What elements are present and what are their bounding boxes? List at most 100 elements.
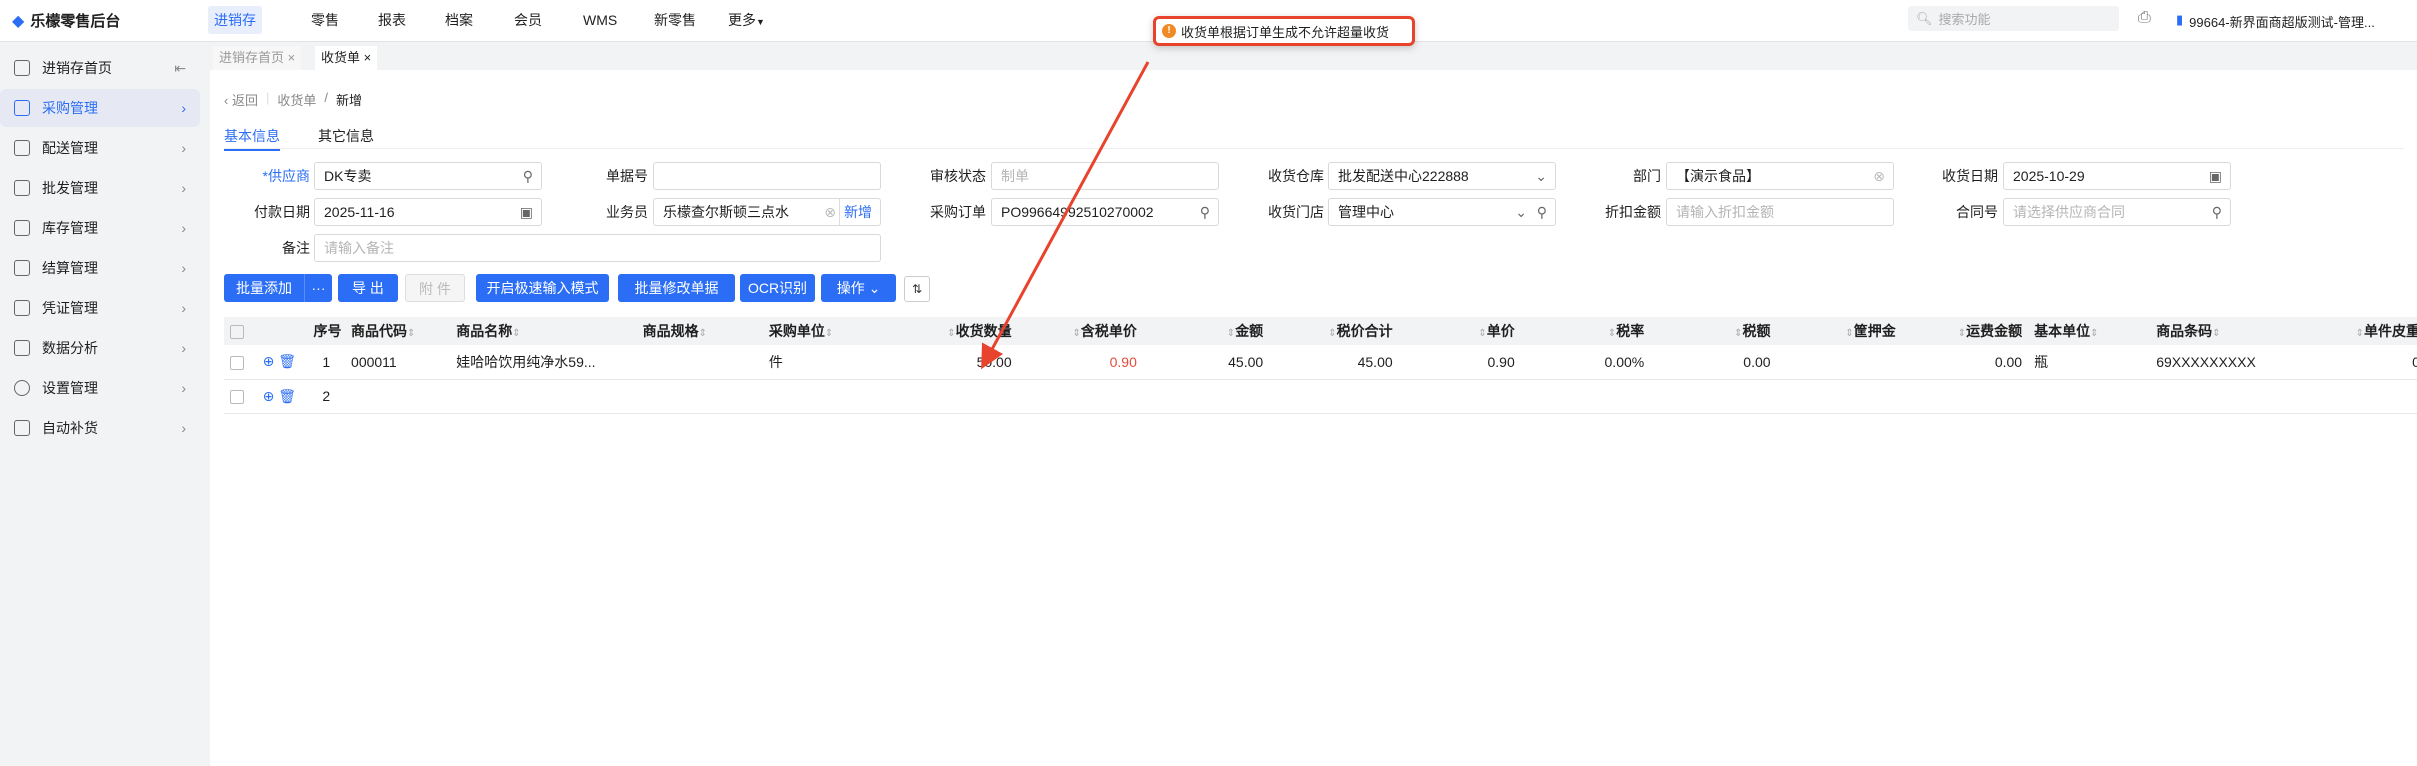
more-button[interactable]: ···	[304, 274, 332, 302]
sort-icon[interactable]: ⇕	[1072, 328, 1080, 339]
column-header[interactable]: ⇕收货数量	[889, 317, 1018, 345]
sort-icon[interactable]: ⇕	[2212, 328, 2220, 339]
table-cell[interactable]	[1017, 379, 1143, 414]
table-cell[interactable]	[1650, 379, 1777, 414]
select-all-checkbox[interactable]	[224, 317, 257, 345]
sort-icon[interactable]: ⇕	[825, 328, 833, 339]
column-header[interactable]: ⇕单价	[1398, 317, 1521, 345]
search-icon[interactable]: ⚲	[523, 163, 533, 189]
column-header[interactable]: 商品名称⇕	[450, 317, 637, 345]
column-settings-icon[interactable]: ⇅	[904, 276, 930, 302]
table-cell[interactable]	[636, 379, 763, 414]
sort-icon[interactable]: ⇕	[2356, 328, 2364, 339]
back-link[interactable]: ‹ 返回	[224, 90, 258, 109]
table-cell[interactable]	[345, 379, 451, 414]
nav-retail[interactable]: 零售	[305, 6, 345, 34]
column-header[interactable]: 商品代码⇕	[345, 317, 451, 345]
app-logo[interactable]: ◆ 乐檬零售后台	[12, 10, 120, 31]
table-cell[interactable]: 50.00	[889, 345, 1018, 380]
batch-add-button[interactable]: 批量添加 ···	[224, 274, 332, 302]
sidebar-item-inventory[interactable]: 库存管理 ›	[0, 209, 200, 247]
sidebar-item-settings[interactable]: 设置管理 ›	[0, 369, 200, 407]
table-cell[interactable]: 0	[2279, 345, 2417, 380]
company-switcher[interactable]: ▮ 99664-新界面商超版测试-管理...	[2176, 12, 2375, 31]
printer-icon[interactable]: ⎙	[2138, 9, 2151, 27]
nav-member[interactable]: 会员	[508, 6, 548, 34]
column-header[interactable]: 商品规格⇕	[636, 317, 763, 345]
table-cell[interactable]	[1398, 379, 1521, 414]
sort-icon[interactable]: ⇕	[1958, 328, 1966, 339]
nav-wms[interactable]: WMS	[577, 6, 623, 34]
sort-icon[interactable]: ⇕	[1478, 328, 1486, 339]
add-row-icon[interactable]: ⊕	[263, 353, 275, 369]
ocr-button[interactable]: OCR识别	[740, 274, 815, 302]
column-header[interactable]: ⇕含税单价	[1017, 317, 1143, 345]
sort-icon[interactable]: ⇕	[1328, 328, 1336, 339]
clear-icon[interactable]: ⊗	[824, 199, 836, 225]
table-cell[interactable]: 2	[313, 379, 346, 414]
breadcrumb-parent[interactable]: 收货单	[277, 90, 316, 109]
sidebar-item-home[interactable]: 进销存首页 ⇤	[0, 49, 200, 87]
delete-icon[interactable]: 🗑︎	[278, 388, 296, 404]
sidebar-item-voucher[interactable]: 凭证管理 ›	[0, 289, 200, 327]
table-cell[interactable]: 45.00	[1269, 345, 1399, 380]
export-button[interactable]: 导 出	[338, 274, 398, 302]
table-cell[interactable]	[1269, 379, 1399, 414]
operations-dropdown[interactable]: 操作 ⌄	[821, 274, 896, 302]
table-cell[interactable]	[1901, 379, 2029, 414]
sort-icon[interactable]: ⇕	[1734, 328, 1742, 339]
sidebar-item-wholesale[interactable]: 批发管理 ›	[0, 169, 200, 207]
sort-icon[interactable]: ⇕	[407, 328, 415, 339]
table-cell[interactable]	[450, 379, 637, 414]
table-cell[interactable]	[762, 379, 890, 414]
table-cell[interactable]: 0.00	[1901, 345, 2029, 380]
warehouse-select[interactable]: 批发配送中心222888 ⌄	[1328, 162, 1556, 190]
pay-date-field[interactable]: 2025-11-16 ▣	[314, 198, 542, 226]
contract-field[interactable]: 请选择供应商合同 ⚲	[2003, 198, 2231, 226]
sort-icon[interactable]: ⇕	[1227, 328, 1235, 339]
store-select[interactable]: 管理中心 ⌄ ⚲	[1328, 198, 1556, 226]
doc-no-field[interactable]	[653, 162, 881, 190]
nav-archive[interactable]: 档案	[439, 6, 479, 34]
sort-icon[interactable]: ⇕	[2090, 328, 2098, 339]
recv-date-field[interactable]: 2025-10-29 ▣	[2003, 162, 2231, 190]
sidebar-item-settlement[interactable]: 结算管理 ›	[0, 249, 200, 287]
search-icon[interactable]: ⚲	[1200, 199, 1210, 225]
column-header[interactable]: ⇕筐押金	[1776, 317, 1902, 345]
table-cell[interactable]: 1	[313, 345, 346, 380]
table-cell[interactable]: 0.00%	[1520, 345, 1651, 380]
column-header[interactable]: ⇕金额	[1142, 317, 1270, 345]
table-cell[interactable]	[636, 345, 763, 380]
table-cell[interactable]: 娃哈哈饮用纯净水59...	[450, 345, 637, 380]
column-header[interactable]: ⇕税价合计	[1269, 317, 1399, 345]
table-cell[interactable]	[889, 379, 1018, 414]
tab-jxc-home[interactable]: 进销存首页 ×	[213, 46, 302, 70]
table-cell[interactable]	[2279, 379, 2417, 414]
tab-receipt[interactable]: 收货单 ×	[315, 46, 378, 70]
clear-icon[interactable]: ⊗	[1873, 163, 1885, 189]
table-cell[interactable]	[1776, 345, 1902, 380]
table-cell[interactable]	[2150, 379, 2280, 414]
calendar-icon[interactable]: ▣	[2209, 163, 2222, 189]
subtab-other[interactable]: 其它信息	[318, 126, 374, 146]
table-cell[interactable]: 瓶	[2028, 345, 2151, 380]
collapse-icon[interactable]: ⇤	[174, 60, 186, 77]
column-header[interactable]: ⇕税额	[1650, 317, 1777, 345]
po-field[interactable]: PO99664992510270002 ⚲	[991, 198, 1219, 226]
search-input[interactable]: 🔍︎ 搜索功能	[1908, 6, 2119, 31]
sidebar-item-purchase[interactable]: 采购管理 ›	[0, 89, 200, 127]
nav-more[interactable]: 更多▼	[722, 6, 771, 34]
row-checkbox[interactable]	[224, 379, 257, 414]
fast-input-button[interactable]: 开启极速输入模式	[476, 274, 609, 302]
sidebar-item-auto-replenish[interactable]: 自动补货 ›	[0, 409, 200, 447]
remark-input[interactable]: 请输入备注	[314, 234, 881, 262]
search-icon[interactable]: ⚲	[1537, 199, 1547, 225]
column-header[interactable]: 商品条码⇕	[2150, 317, 2280, 345]
add-salesman-link[interactable]: 新增	[839, 199, 872, 225]
table-cell[interactable]: 0.00	[1650, 345, 1777, 380]
sort-icon[interactable]: ⇕	[1608, 328, 1616, 339]
table-cell[interactable]: 0.90	[1017, 345, 1143, 380]
close-icon[interactable]: ×	[364, 50, 372, 65]
table-cell[interactable]	[2028, 379, 2151, 414]
delete-icon[interactable]: 🗑︎	[278, 353, 296, 369]
